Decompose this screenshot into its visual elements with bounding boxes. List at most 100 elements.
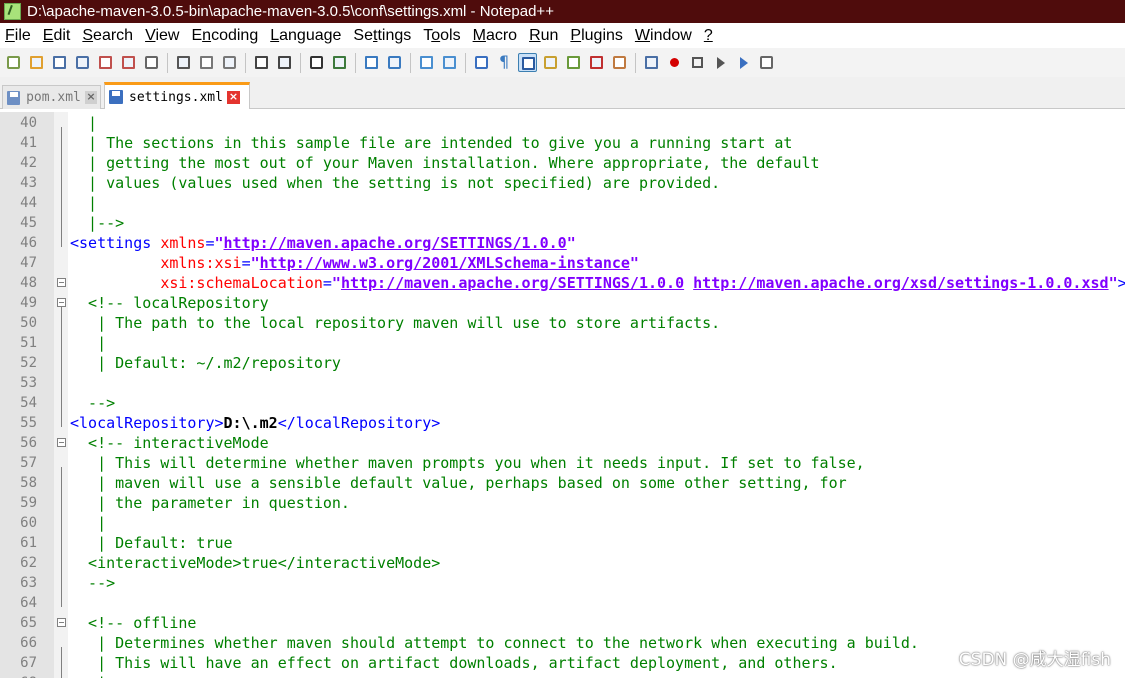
code-line[interactable]: 51 |: [0, 333, 1125, 353]
menu-item[interactable]: Encoding: [186, 24, 265, 48]
zoom-in-icon: [365, 56, 378, 69]
menu-item[interactable]: Plugins: [565, 24, 629, 48]
code-line[interactable]: 55 <localRepository>D:\.m2</localReposito…: [0, 413, 1125, 433]
folder-as-workspace-button[interactable]: [610, 53, 629, 72]
code-line[interactable]: 48 xsi:schemaLocation="http://maven.apac…: [0, 273, 1125, 293]
code-line[interactable]: 49 <!-- localRepository: [0, 293, 1125, 313]
code-line[interactable]: 58 | maven will use a sensible default v…: [0, 473, 1125, 493]
line-number: 56: [20, 435, 37, 451]
save-button[interactable]: [50, 53, 69, 72]
menu-bar: File Edit Search View Encoding Language Settin…: [0, 24, 1125, 48]
playback-macro-button[interactable]: [711, 53, 730, 72]
code-line[interactable]: 42 | getting the most out of your Maven …: [0, 153, 1125, 173]
tab-close-icon[interactable]: ×: [226, 90, 240, 104]
code-line[interactable]: 64: [0, 593, 1125, 613]
code-line[interactable]: 60 |: [0, 513, 1125, 533]
new-file-button[interactable]: [4, 53, 23, 72]
line-number: 53: [20, 375, 37, 391]
code-line[interactable]: 44 |: [0, 193, 1125, 213]
line-number: 58: [20, 475, 37, 491]
fold-toggle-icon[interactable]: [57, 618, 66, 627]
playback-macro-icon: [717, 57, 725, 69]
fold-toggle-icon[interactable]: [57, 438, 66, 447]
menu-item[interactable]: Search: [77, 24, 140, 48]
code-line[interactable]: 41 | The sections in this sample file ar…: [0, 133, 1125, 153]
menu-item[interactable]: Settings: [348, 24, 418, 48]
sync-horizontal-button[interactable]: [440, 53, 459, 72]
code-line[interactable]: 68 |: [0, 673, 1125, 678]
menu-item[interactable]: Tools: [418, 24, 467, 48]
cut-button[interactable]: [174, 53, 193, 72]
menu-label-part: V: [145, 27, 156, 44]
open-file-button[interactable]: [27, 53, 46, 72]
code-line[interactable]: 50 | The path to the local repository ma…: [0, 313, 1125, 333]
code-line[interactable]: 56 <!-- interactiveMode: [0, 433, 1125, 453]
menu-label-part: E: [191, 27, 203, 44]
code-line[interactable]: 40 |: [0, 113, 1125, 133]
menu-item[interactable]: Macro: [468, 24, 524, 48]
close-all-button[interactable]: [119, 53, 138, 72]
fold-toggle-icon[interactable]: [57, 278, 66, 287]
code-line[interactable]: 57 | This will determine whether maven p…: [0, 453, 1125, 473]
monitoring-button[interactable]: [642, 53, 661, 72]
code-line[interactable]: 63 -->: [0, 573, 1125, 593]
function-list-button[interactable]: [587, 53, 606, 72]
replace-button[interactable]: [330, 53, 349, 72]
menu-item[interactable]: Language: [265, 24, 348, 48]
code-line[interactable]: 53: [0, 373, 1125, 393]
tab-settings-xml[interactable]: settings.xml ×: [104, 82, 250, 109]
zoom-in-button[interactable]: [362, 53, 381, 72]
menu-item[interactable]: Edit: [38, 24, 78, 48]
code-line[interactable]: 61 | Default: true: [0, 533, 1125, 553]
new-file-icon: [7, 56, 20, 69]
save-all-button[interactable]: [73, 53, 92, 72]
user-language-button[interactable]: [541, 53, 560, 72]
code-text: xmlns:xsi="http://www.w3.org/2001/XMLSch…: [70, 253, 639, 273]
zoom-out-button[interactable]: [385, 53, 404, 72]
sync-vertical-button[interactable]: [417, 53, 436, 72]
copy-button[interactable]: [197, 53, 216, 72]
find-button[interactable]: [307, 53, 326, 72]
indent-guide-button[interactable]: [518, 53, 537, 72]
undo-button[interactable]: [252, 53, 271, 72]
print-icon: [145, 56, 158, 69]
code-line[interactable]: 54 -->: [0, 393, 1125, 413]
code-line[interactable]: 67 | This will have an effect on artifac…: [0, 653, 1125, 673]
code-line[interactable]: 59 | the parameter in question.: [0, 493, 1125, 513]
print-button[interactable]: [142, 53, 161, 72]
paste-button[interactable]: [220, 53, 239, 72]
record-macro-button[interactable]: [665, 53, 684, 72]
document-map-button[interactable]: [564, 53, 583, 72]
code-line[interactable]: 43 | values (values used when the settin…: [0, 173, 1125, 193]
code-line[interactable]: 65 <!-- offline: [0, 613, 1125, 633]
menu-item[interactable]: Run: [524, 24, 565, 48]
code-token: | the parameter in question.: [70, 494, 350, 512]
code-line[interactable]: 47 xmlns:xsi="http://www.w3.org/2001/XML…: [0, 253, 1125, 273]
fold-toggle-icon[interactable]: [57, 298, 66, 307]
stop-recording-button[interactable]: [688, 53, 707, 72]
save-macro-button[interactable]: [757, 53, 776, 72]
code-line[interactable]: 66 | Determines whether maven should att…: [0, 633, 1125, 653]
code-token: |: [70, 514, 107, 532]
code-text: <interactiveMode>true</interactiveMode>: [70, 553, 440, 573]
menu-item[interactable]: View: [140, 24, 186, 48]
run-macro-multiple-button[interactable]: [734, 53, 753, 72]
code-line[interactable]: 46 <settings xmlns="http://maven.apache.o…: [0, 233, 1125, 253]
menu-item[interactable]: ?: [699, 24, 720, 48]
word-wrap-button[interactable]: [472, 53, 491, 72]
editor-area[interactable]: 40 | 41 | The sections in this sample fil…: [0, 112, 1125, 678]
code-token: | getting the most out of your Maven ins…: [70, 154, 820, 172]
menu-item[interactable]: Window: [630, 24, 699, 48]
redo-icon: [278, 56, 291, 69]
redo-button[interactable]: [275, 53, 294, 72]
code-line[interactable]: 45 |-->: [0, 213, 1125, 233]
menu-label-part: o: [431, 27, 441, 44]
show-all-chars-button[interactable]: ¶: [495, 52, 514, 72]
code-line[interactable]: 62 <interactiveMode>true</interactiveMod…: [0, 553, 1125, 573]
close-button[interactable]: [96, 53, 115, 72]
tab-close-icon[interactable]: ×: [84, 91, 97, 104]
tab-pom-xml[interactable]: pom.xml ×: [2, 85, 101, 109]
code-line[interactable]: 52 | Default: ~/.m2/repository: [0, 353, 1125, 373]
close-all-icon: [122, 56, 135, 69]
menu-item[interactable]: File: [0, 24, 38, 48]
